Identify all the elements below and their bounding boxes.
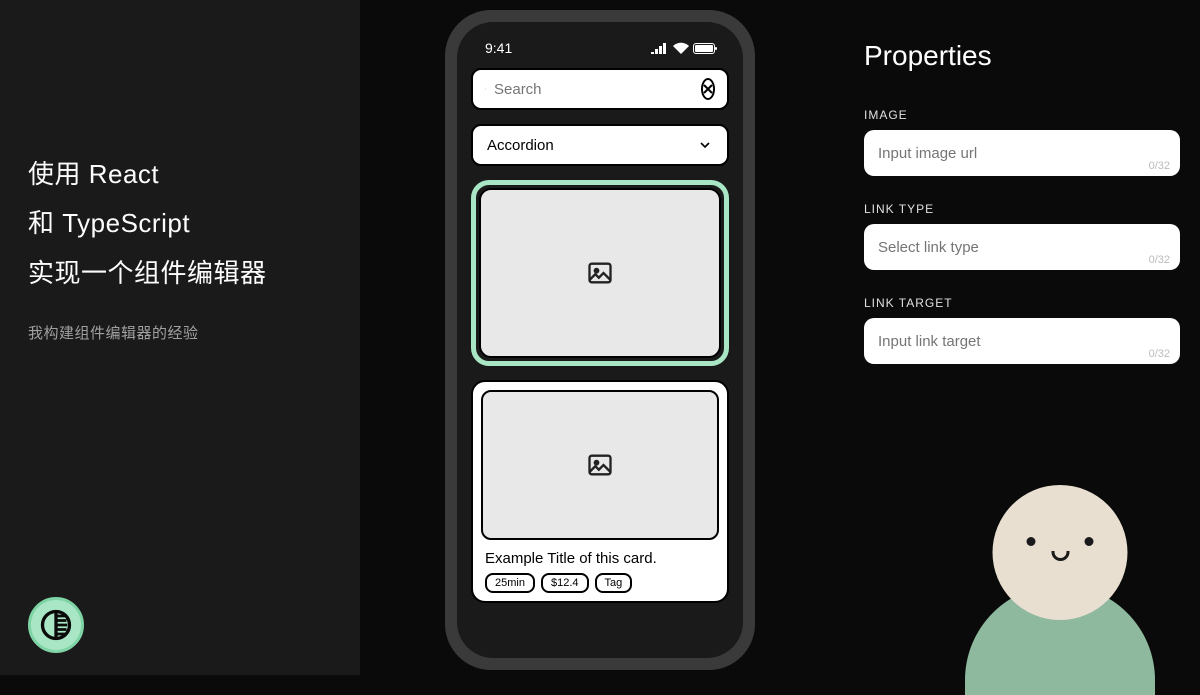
- image-placeholder: [479, 188, 721, 358]
- mascot-character: [950, 455, 1170, 695]
- panel-title: Properties: [864, 40, 1180, 72]
- image-icon: [586, 259, 614, 287]
- headline: 使用 React 和 TypeScript 实现一个组件编辑器: [28, 150, 332, 298]
- mascot-mouth: [1051, 551, 1069, 561]
- subheadline: 我构建组件编辑器的经验: [28, 322, 332, 343]
- logo-badge: [28, 597, 84, 653]
- link-type-input-wrapper[interactable]: 0/32: [864, 224, 1180, 270]
- headline-line-3: 实现一个组件编辑器: [28, 249, 332, 298]
- properties-panel: Properties IMAGE 0/32 LINK TYPE 0/32 LIN…: [840, 0, 1200, 675]
- mascot-eye: [1027, 537, 1036, 546]
- mascot-eye: [1085, 537, 1094, 546]
- accordion-select[interactable]: Accordion: [471, 124, 729, 166]
- search-input[interactable]: [494, 81, 693, 98]
- field-image: IMAGE 0/32: [864, 108, 1180, 176]
- image-icon: [586, 451, 614, 479]
- chip[interactable]: $12.4: [541, 573, 589, 593]
- link-target-input-wrapper[interactable]: 0/32: [864, 318, 1180, 364]
- preview-panel: 9:41 Accordion: [360, 0, 840, 675]
- wifi-icon: [673, 42, 689, 54]
- clock: 9:41: [485, 40, 512, 56]
- chip[interactable]: 25min: [485, 573, 535, 593]
- signal-icon: [651, 42, 669, 54]
- card-chips: 25min $12.4 Tag: [481, 573, 719, 593]
- search-bar[interactable]: [471, 68, 729, 110]
- phone-screen: 9:41 Accordion: [457, 22, 743, 658]
- close-icon: [703, 84, 713, 94]
- clear-search-button[interactable]: [701, 78, 715, 100]
- status-bar: 9:41: [471, 36, 729, 68]
- mascot-head: [993, 485, 1128, 620]
- field-label: LINK TYPE: [864, 202, 1180, 216]
- link-type-input[interactable]: [878, 239, 1166, 256]
- char-counter: 0/32: [1149, 348, 1170, 360]
- accordion-label: Accordion: [487, 137, 554, 154]
- char-counter: 0/32: [1149, 160, 1170, 172]
- field-label: LINK TARGET: [864, 296, 1180, 310]
- image-url-input-wrapper[interactable]: 0/32: [864, 130, 1180, 176]
- field-label: IMAGE: [864, 108, 1180, 122]
- selected-image-component[interactable]: [471, 180, 729, 366]
- field-link-target: LINK TARGET 0/32: [864, 296, 1180, 364]
- card-component[interactable]: Example Title of this card. 25min $12.4 …: [471, 380, 729, 603]
- headline-line-2: 和 TypeScript: [28, 199, 332, 248]
- image-url-input[interactable]: [878, 145, 1166, 162]
- status-icons: [651, 42, 715, 54]
- link-target-input[interactable]: [878, 333, 1166, 350]
- intro-panel: 使用 React 和 TypeScript 实现一个组件编辑器 我构建组件编辑器…: [0, 0, 360, 675]
- battery-icon: [693, 43, 715, 54]
- field-link-type: LINK TYPE 0/32: [864, 202, 1180, 270]
- headline-line-1: 使用 React: [28, 150, 332, 199]
- char-counter: 0/32: [1149, 254, 1170, 266]
- card-image-placeholder: [481, 390, 719, 540]
- contrast-icon: [38, 607, 74, 643]
- chevron-down-icon: [697, 137, 713, 153]
- search-icon: [485, 80, 486, 98]
- chip[interactable]: Tag: [595, 573, 633, 593]
- card-title: Example Title of this card.: [481, 540, 719, 573]
- phone-frame: 9:41 Accordion: [445, 10, 755, 670]
